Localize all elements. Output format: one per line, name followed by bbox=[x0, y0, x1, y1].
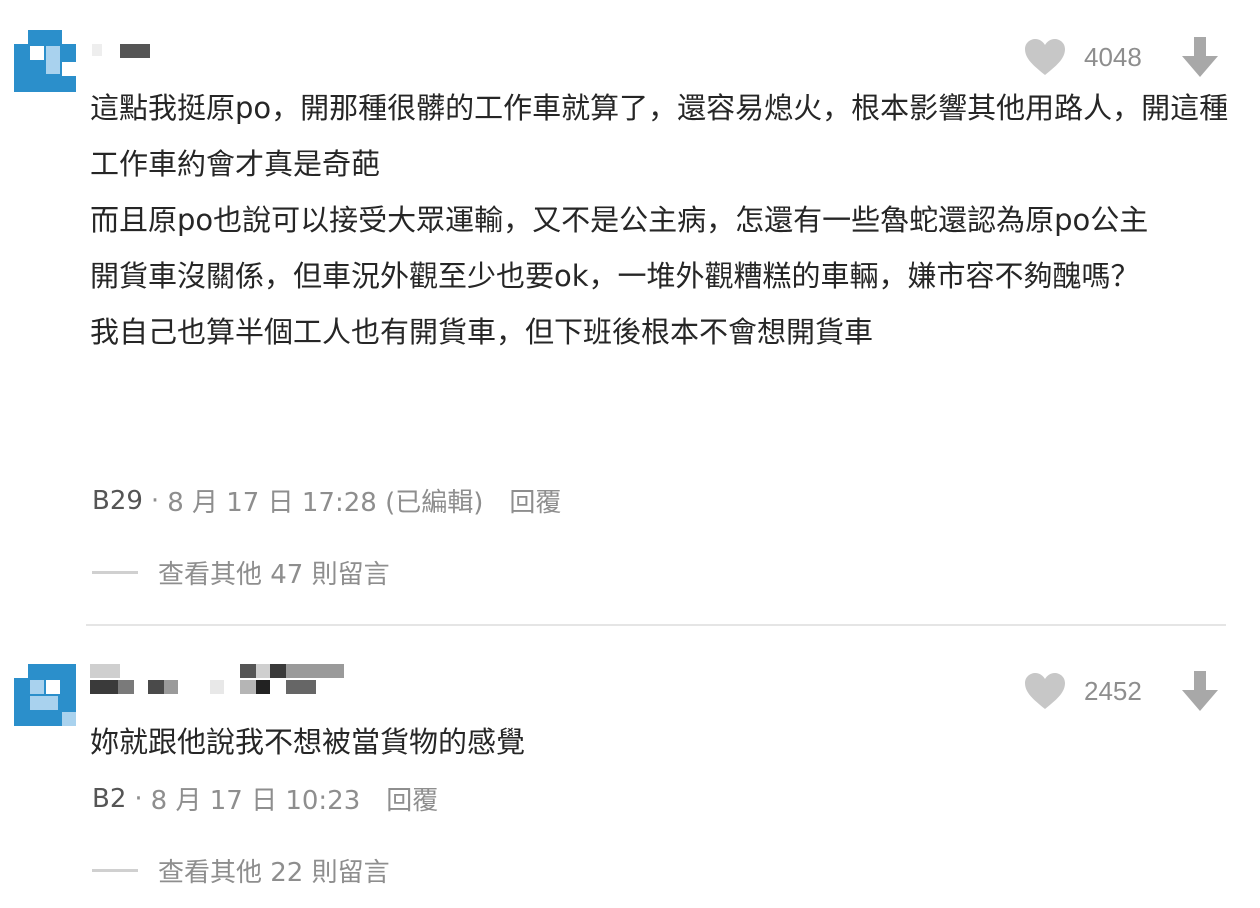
separator-dot: · bbox=[134, 783, 143, 814]
view-more-replies[interactable]: 查看其他 47 則留言 bbox=[92, 554, 390, 591]
username-redacted[interactable] bbox=[90, 40, 170, 74]
vote-controls: 4048 bbox=[1024, 36, 1220, 78]
comment-timestamp: 8 月 17 日 17:28 (已編輯) bbox=[167, 488, 484, 518]
vote-controls: 2452 bbox=[1024, 670, 1220, 712]
arrow-down-icon[interactable] bbox=[1180, 670, 1220, 712]
username-redacted[interactable] bbox=[90, 664, 350, 698]
comment-meta: B29 · 8 月 17 日 17:28 (已編輯) 回覆 bbox=[92, 482, 561, 519]
view-more-label[interactable]: 查看其他 22 則留言 bbox=[158, 852, 390, 889]
avatar[interactable] bbox=[14, 30, 76, 92]
comment-meta: B2 · 8 月 17 日 10:23 回覆 bbox=[92, 780, 438, 817]
like-count: 2452 bbox=[1084, 675, 1142, 706]
comment-body: 妳就跟他說我不想被當貨物的感覺 bbox=[90, 725, 526, 759]
view-more-label[interactable]: 查看其他 47 則留言 bbox=[158, 554, 390, 591]
thread-line bbox=[92, 869, 138, 872]
comment-body: 這點我挺原po，開那種很髒的工作車就算了，還容易熄火，根本影響其他用路人，開這種… bbox=[90, 91, 1229, 349]
reply-button[interactable]: 回覆 bbox=[386, 780, 438, 817]
avatar[interactable] bbox=[14, 664, 76, 726]
view-more-replies[interactable]: 查看其他 22 則留言 bbox=[92, 852, 390, 889]
separator-dot: · bbox=[150, 485, 160, 516]
heart-icon[interactable] bbox=[1024, 672, 1066, 710]
floor-label: B29 bbox=[92, 485, 143, 516]
thread-line bbox=[92, 571, 138, 574]
comment-timestamp: 8 月 17 日 10:23 bbox=[150, 786, 361, 816]
arrow-down-icon[interactable] bbox=[1180, 36, 1220, 78]
reply-button[interactable]: 回覆 bbox=[509, 482, 561, 519]
floor-label: B2 bbox=[92, 783, 127, 814]
heart-icon[interactable] bbox=[1024, 38, 1066, 76]
like-count: 4048 bbox=[1084, 41, 1142, 72]
comment-divider bbox=[86, 624, 1226, 626]
